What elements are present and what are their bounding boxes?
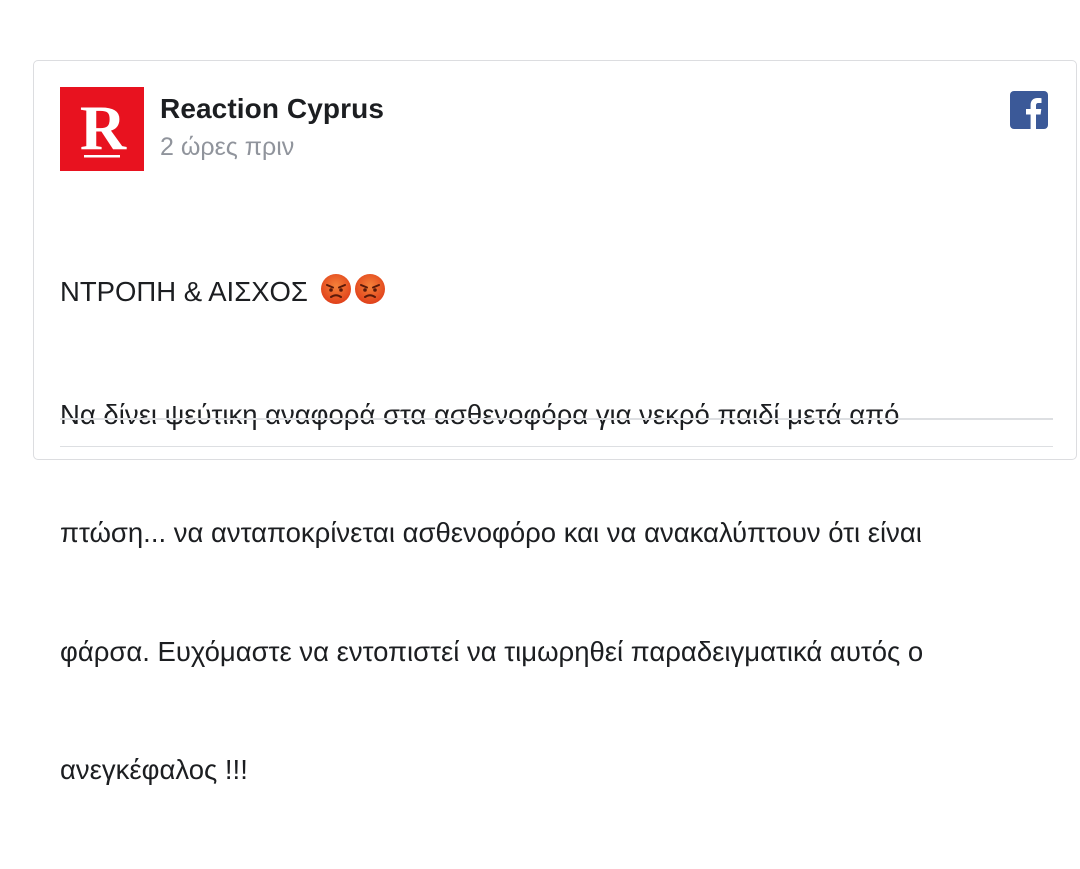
post-headline-line: ΝΤΡΟΠΗ & ΑΙΣΧΟΣ: [60, 272, 1050, 316]
facebook-post-card: R Reaction Cyprus 2 ώρες πριν ΝΤΡΟΠΗ & Α…: [33, 60, 1077, 785]
post-body-line: πτώση... να ανταποκρίνεται ασθενοφόρο κα…: [60, 517, 922, 548]
facebook-icon[interactable]: [1010, 91, 1048, 129]
post-action-bar: [60, 446, 1053, 477]
post-headline: ΝΤΡΟΠΗ & ΑΙΣΧΟΣ: [60, 276, 316, 307]
page-name-link[interactable]: Reaction Cyprus: [160, 93, 384, 125]
post-body-line: Να δίνει ψεύτικη αναφορά στα ασθενοφόρα …: [60, 398, 900, 430]
post-body-line: ανεγκέφαλος !!!: [60, 754, 248, 785]
post-timestamp[interactable]: 2 ώρες πριν: [160, 133, 294, 162]
post-body-line: φάρσα. Ευχόμαστε να εντοπιστεί να τιμωρη…: [60, 635, 924, 667]
angry-face-emoji-icon: [320, 274, 351, 304]
emoji-group: [320, 273, 388, 316]
post-message: ΝΤΡΟΠΗ & ΑΙΣΧΟΣ Να δίνει ψεύτικη αναφορά…: [60, 193, 1050, 869]
divider: [60, 418, 1053, 420]
reaction-logo-icon: R: [60, 87, 144, 171]
angry-face-emoji-icon: [354, 274, 385, 304]
page-avatar[interactable]: R: [60, 87, 144, 171]
avatar-letter: R: [80, 92, 127, 163]
